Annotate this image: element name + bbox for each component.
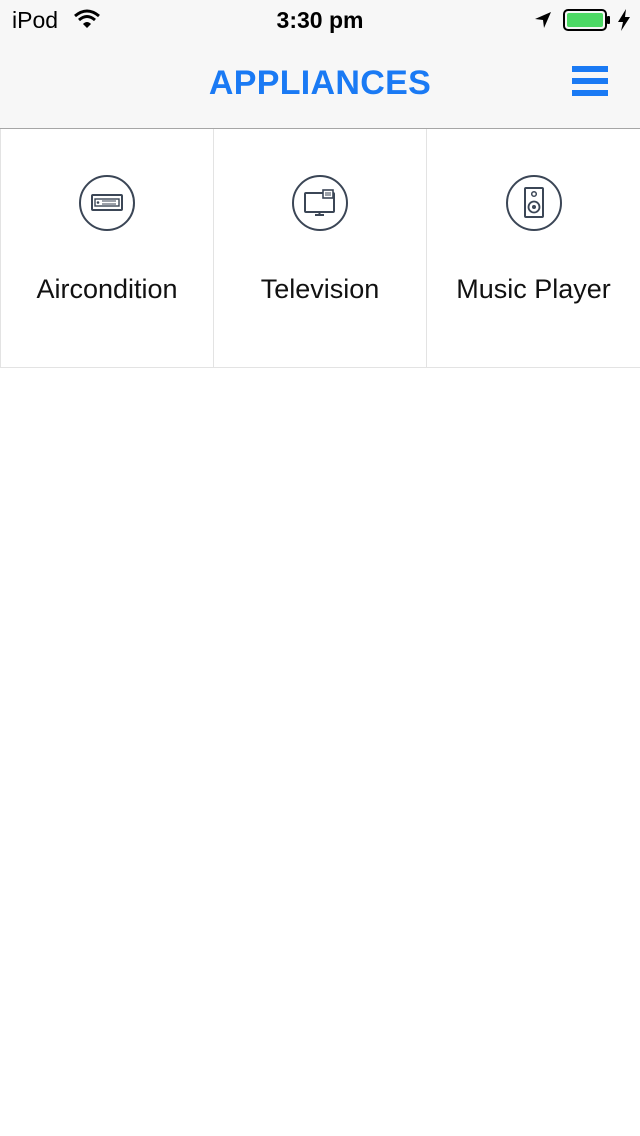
hamburger-menu-icon[interactable] (566, 62, 612, 100)
appliance-label: Music Player (456, 274, 611, 304)
page-title: APPLIANCES (208, 64, 432, 102)
appliance-grid: Aircondition Television Music Player (0, 129, 640, 368)
status-bar: iPod 3:30 pm (0, 0, 640, 40)
appliance-tile-aircondition[interactable]: Aircondition (0, 129, 213, 367)
appliance-label: Aircondition (36, 274, 178, 304)
appliance-label: Television (260, 274, 380, 304)
speaker-icon (505, 175, 562, 231)
appliance-tile-music-player[interactable]: Music Player (426, 129, 640, 367)
air-conditioner-icon (79, 175, 135, 231)
location-arrow-icon (535, 12, 551, 28)
appliances-screen: iPod 3:30 pm APPLIANCES Aircondition Tel… (0, 0, 640, 1136)
header: iPod 3:30 pm APPLIANCES (0, 0, 640, 129)
appliance-tile-television[interactable]: Television (213, 129, 426, 367)
battery-icon (563, 9, 610, 31)
charging-bolt-icon (618, 9, 630, 31)
television-icon (292, 175, 348, 231)
